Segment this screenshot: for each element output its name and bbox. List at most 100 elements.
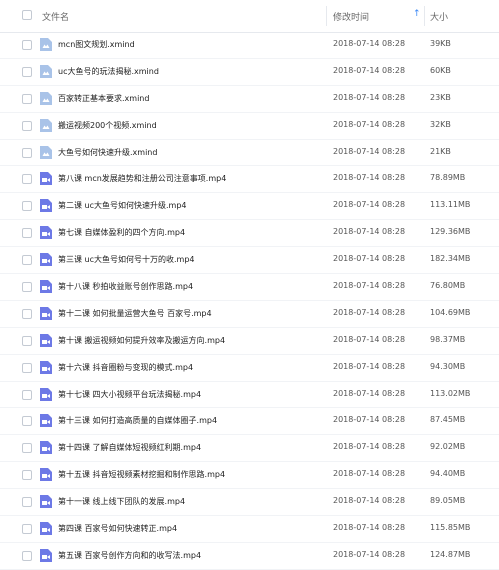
file-row[interactable]: 第十七课 四大小视频平台玩法揭秘.mp4 2018-07-14 08:28 113.… <box>0 382 499 409</box>
file-row[interactable]: 第十八课 秒拍收益账号创作思路.mp4 2018-07-14 08:28 76.80… <box>0 274 499 301</box>
file-row[interactable]: 第四课 百家号如何快速转正.mp4 2018-07-14 08:28 115.85M… <box>0 516 499 543</box>
video-file-icon <box>39 521 53 536</box>
row-checkbox[interactable] <box>22 255 32 266</box>
file-size: 39KB <box>430 39 451 48</box>
column-header-time[interactable]: 修改时间 <box>333 10 369 23</box>
file-row[interactable]: 第五课 百家号创作方向和的收写法.mp4 2018-07-14 08:28 124.… <box>0 543 499 570</box>
file-modified-time: 2018-07-14 08:28 <box>333 200 406 210</box>
row-checkbox[interactable] <box>22 174 32 185</box>
row-checkbox[interactable] <box>22 147 32 158</box>
file-row[interactable]: mcn图文规划.xmind 2018-07-14 08:28 39KB <box>0 32 499 59</box>
video-file-icon <box>39 306 53 321</box>
row-checkbox[interactable] <box>22 497 32 508</box>
row-checkbox[interactable] <box>22 228 32 239</box>
row-checkbox[interactable] <box>22 40 32 50</box>
row-checkbox[interactable] <box>22 524 32 535</box>
column-divider <box>424 6 425 26</box>
file-row[interactable]: 第七课 自媒体盈利的四个方向.mp4 2018-07-14 08:28 129.36… <box>0 220 499 248</box>
file-row[interactable]: 第三课 uc大鱼号如何号十万的收.mp4 2018-07-14 08:28 182.… <box>0 247 499 275</box>
row-checkbox[interactable] <box>22 120 32 131</box>
file-list-header: 文件名 修改时间 ↑ 大小 <box>0 0 499 33</box>
row-checkbox[interactable] <box>22 201 32 212</box>
video-file-icon <box>39 413 53 428</box>
file-row[interactable]: 第十六课 抖音圈粉与变现的模式.mp4 2018-07-14 08:28 94.30… <box>0 355 499 382</box>
column-header-name[interactable]: 文件名 <box>42 10 69 23</box>
file-row[interactable]: 第十五课 抖音短视频素材挖掘和制作思路.mp4 2018-07-14 08:28 9… <box>0 462 499 490</box>
file-name[interactable]: 第七课 自媒体盈利的四个方向.mp4 <box>58 227 185 238</box>
file-size: 60KB <box>430 65 451 75</box>
row-checkbox[interactable] <box>22 416 32 427</box>
sort-ascending-icon[interactable]: ↑ <box>413 9 421 19</box>
file-modified-time: 2018-07-14 08:28 <box>333 442 406 452</box>
video-file-icon <box>39 467 53 482</box>
file-size: 104.69MB <box>430 307 471 317</box>
file-modified-time: 2018-07-14 08:28 <box>333 334 406 344</box>
row-checkbox[interactable] <box>22 282 32 293</box>
file-name[interactable]: uc大鱼号的玩法揭秘.xmind <box>58 66 159 77</box>
file-row[interactable]: 第十二课 如何批量运营大鱼号 百家号.mp4 2018-07-14 08:28 10… <box>0 301 499 328</box>
row-checkbox[interactable] <box>22 443 32 454</box>
file-name[interactable]: 第十六课 抖音圈粉与变现的模式.mp4 <box>58 362 193 373</box>
row-checkbox[interactable] <box>22 335 32 346</box>
file-name[interactable]: mcn图文规划.xmind <box>58 39 135 50</box>
xmind-file-icon <box>39 91 53 106</box>
file-size: 76.80MB <box>430 281 466 291</box>
file-row[interactable]: 第二课 uc大鱼号如何快速升级.mp4 2018-07-14 08:28 113.1… <box>0 193 499 221</box>
file-size: 115.85MB <box>430 523 471 533</box>
file-name[interactable]: 大鱼号如何快速升级.xmind <box>58 147 157 158</box>
file-size: 78.89MB <box>430 173 466 183</box>
video-file-icon <box>39 440 53 455</box>
row-checkbox[interactable] <box>22 308 32 319</box>
file-row[interactable]: 百家转正基本要求.xmind 2018-07-14 08:28 23KB <box>0 86 499 113</box>
video-file-icon <box>39 279 53 294</box>
file-name[interactable]: 第十一课 线上线下团队的发展.mp4 <box>58 496 185 507</box>
file-size: 89.05MB <box>430 496 466 506</box>
row-checkbox[interactable] <box>22 93 32 104</box>
file-row[interactable]: 第十一课 线上线下团队的发展.mp4 2018-07-14 08:28 89.05M… <box>0 489 499 517</box>
row-checkbox[interactable] <box>22 389 32 400</box>
file-name[interactable]: 第十七课 四大小视频平台玩法揭秘.mp4 <box>58 389 201 400</box>
select-all-checkbox[interactable] <box>22 10 32 20</box>
column-header-size[interactable]: 大小 <box>430 10 448 23</box>
file-name[interactable]: 第三课 uc大鱼号如何号十万的收.mp4 <box>58 254 195 265</box>
file-row[interactable]: 第十三课 如何打造高质量的自媒体圈子.mp4 2018-07-14 08:28 87… <box>0 408 499 436</box>
file-name[interactable]: 百家转正基本要求.xmind <box>58 93 149 104</box>
file-row[interactable]: 第十课 搬运视频如何提升效率及搬运方向.mp4 2018-07-14 08:28 9… <box>0 328 499 355</box>
row-checkbox[interactable] <box>22 550 32 561</box>
file-name[interactable]: 第四课 百家号如何快速转正.mp4 <box>58 523 177 534</box>
file-modified-time: 2018-07-14 08:28 <box>333 361 406 371</box>
file-size: 94.30MB <box>430 361 466 371</box>
row-checkbox[interactable] <box>22 66 32 77</box>
file-name[interactable]: 第十三课 如何打造高质量的自媒体圈子.mp4 <box>58 415 217 426</box>
file-row[interactable]: uc大鱼号的玩法揭秘.xmind 2018-07-14 08:28 60KB <box>0 59 499 86</box>
file-name[interactable]: 第十二课 如何批量运营大鱼号 百家号.mp4 <box>58 308 212 319</box>
file-row[interactable]: 第八课 mcn发展趋势和注册公司注意事项.mp4 2018-07-14 08:28… <box>0 166 499 194</box>
file-modified-time: 2018-07-14 08:28 <box>333 65 406 75</box>
file-name[interactable]: 搬运视频200个视频.xmind <box>58 120 157 131</box>
file-row[interactable]: 大鱼号如何快速升级.xmind 2018-07-14 08:28 21KB <box>0 140 499 167</box>
file-modified-time: 2018-07-14 08:28 <box>333 281 406 291</box>
file-size: 182.34MB <box>430 254 471 264</box>
row-checkbox[interactable] <box>22 470 32 481</box>
file-size: 98.37MB <box>430 334 466 344</box>
file-size: 94.40MB <box>430 469 466 479</box>
file-row[interactable]: 搬运视频200个视频.xmind 2018-07-14 08:28 32KB <box>0 113 499 140</box>
file-modified-time: 2018-07-14 08:28 <box>333 496 406 506</box>
file-name[interactable]: 第十四课 了解自媒体短视频红利期.mp4 <box>58 442 201 453</box>
row-checkbox[interactable] <box>22 362 32 373</box>
file-modified-time: 2018-07-14 08:28 <box>333 119 406 129</box>
file-size: 129.36MB <box>430 227 471 237</box>
file-name[interactable]: 第二课 uc大鱼号如何快速升级.mp4 <box>58 200 187 211</box>
file-name[interactable]: 第十课 搬运视频如何提升效率及搬运方向.mp4 <box>58 335 225 346</box>
file-name[interactable]: 第十八课 秒拍收益账号创作思路.mp4 <box>58 281 193 292</box>
file-name[interactable]: 第五课 百家号创作方向和的收写法.mp4 <box>58 550 201 561</box>
video-file-icon <box>39 387 53 402</box>
file-name[interactable]: 第十五课 抖音短视频素材挖掘和制作思路.mp4 <box>58 469 225 480</box>
file-row[interactable]: 第十四课 了解自媒体短视频红利期.mp4 2018-07-14 08:28 92.0… <box>0 435 499 463</box>
video-file-icon <box>39 225 53 240</box>
file-modified-time: 2018-07-14 08:28 <box>333 254 406 264</box>
file-name[interactable]: 第八课 mcn发展趋势和注册公司注意事项.mp4 <box>58 173 226 184</box>
file-size: 124.87MB <box>430 549 471 559</box>
video-file-icon <box>39 548 53 563</box>
video-file-icon <box>39 171 53 186</box>
